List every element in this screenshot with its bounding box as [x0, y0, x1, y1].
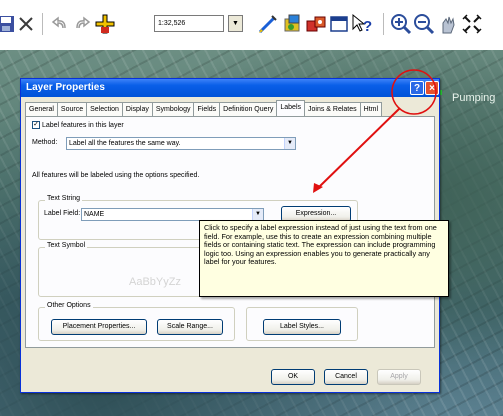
- whats-this-icon[interactable]: ?: [350, 12, 374, 36]
- help-button[interactable]: ?: [410, 81, 424, 95]
- label-features-text: Label features in this layer: [41, 121, 124, 129]
- pan-icon[interactable]: [436, 12, 460, 36]
- expression-tooltip: Click to specify a label expression inst…: [199, 220, 449, 297]
- catalog-icon[interactable]: [304, 12, 328, 36]
- tab-display[interactable]: Display: [121, 102, 153, 116]
- zoom-out-icon[interactable]: [412, 12, 436, 36]
- method-select[interactable]: Label all the features the same way. ▼: [66, 137, 296, 150]
- label-features-row: ✓ Label features in this layer: [32, 121, 124, 129]
- fixed-zoom-icon[interactable]: [460, 12, 484, 36]
- add-data-icon[interactable]: [93, 12, 117, 36]
- window-icon[interactable]: [327, 12, 351, 36]
- scale-range-button[interactable]: Scale Range...: [157, 319, 223, 335]
- redo-icon[interactable]: [70, 12, 94, 36]
- label-field-label: Label Field:: [44, 210, 81, 217]
- other-options-group-label: Other Options: [45, 302, 93, 309]
- text-symbol-group-label: Text Symbol: [45, 242, 88, 249]
- label-features-checkbox[interactable]: ✓: [32, 121, 40, 129]
- predefined-style-group: Label Styles...: [246, 307, 358, 341]
- other-options-group: Other Options Placement Properties... Sc…: [38, 302, 235, 341]
- chevron-down-icon[interactable]: ▼: [228, 15, 243, 32]
- tab-definition-query[interactable]: Definition Query: [219, 102, 278, 116]
- map-feature-label: Pumping: [452, 92, 496, 104]
- svg-text:?: ?: [363, 18, 372, 35]
- tab-general[interactable]: General: [25, 102, 58, 116]
- chevron-down-icon: ▼: [252, 209, 263, 220]
- delete-icon[interactable]: [14, 12, 38, 36]
- tab-strip: General Source Selection Display Symbolo…: [25, 100, 383, 116]
- method-value: Label all the features the same way.: [69, 140, 181, 147]
- method-label: Method:: [32, 139, 58, 146]
- ok-button[interactable]: OK: [271, 369, 315, 385]
- cancel-button[interactable]: Cancel: [324, 369, 368, 385]
- apply-button[interactable]: Apply: [377, 369, 421, 385]
- symbol-sample: AaBbYyZz: [129, 276, 181, 288]
- arctoolbox-icon[interactable]: [281, 12, 305, 36]
- dialog-title: Layer Properties: [21, 79, 439, 97]
- undo-icon[interactable]: [48, 12, 72, 36]
- tab-selection[interactable]: Selection: [86, 102, 123, 116]
- placement-properties-button[interactable]: Placement Properties...: [51, 319, 147, 335]
- tab-symbology[interactable]: Symbology: [151, 102, 195, 116]
- map-scale-input[interactable]: 1:32,526: [154, 15, 224, 32]
- tab-joins-relates[interactable]: Joins & Relates: [304, 102, 361, 116]
- zoom-in-icon[interactable]: [389, 12, 413, 36]
- chevron-down-icon: ▼: [284, 138, 295, 149]
- tab-fields[interactable]: Fields: [193, 102, 221, 116]
- info-text: All features will be labeled using the o…: [32, 172, 200, 179]
- tab-html[interactable]: Html: [359, 102, 383, 116]
- text-string-group-label: Text String: [45, 195, 83, 202]
- label-styles-button[interactable]: Label Styles...: [263, 319, 341, 335]
- label-field-value: NAME: [84, 211, 105, 218]
- tab-labels[interactable]: Labels: [276, 100, 306, 116]
- close-button[interactable]: ×: [425, 81, 439, 95]
- toolbar: 1:32,526 ▼ ?: [0, 0, 503, 50]
- editor-icon[interactable]: [256, 12, 280, 36]
- tab-source[interactable]: Source: [56, 102, 88, 116]
